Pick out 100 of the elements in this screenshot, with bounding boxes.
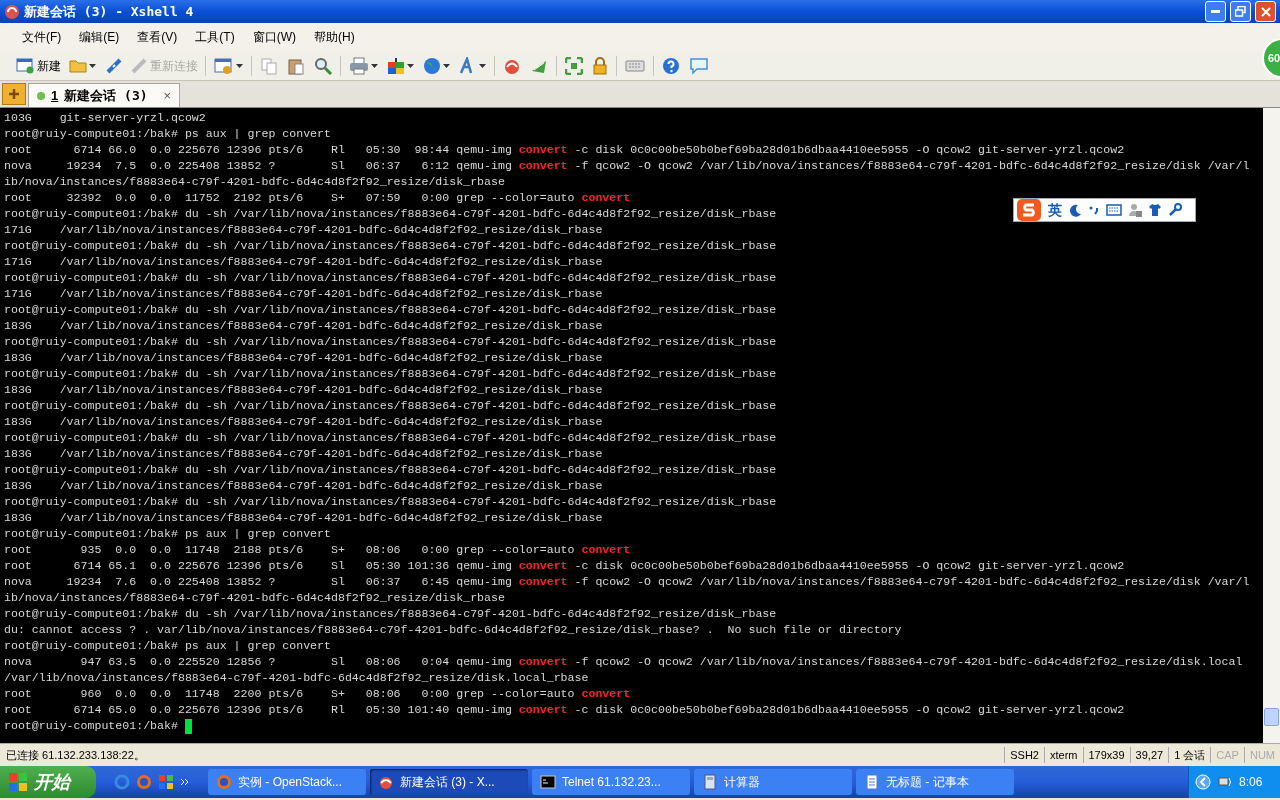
terminal-line: root@ruiy-compute01:/bak#: [4, 718, 179, 734]
keyboard-icon: [1106, 204, 1122, 216]
lock-icon: [592, 56, 608, 75]
menu-item[interactable]: 文件(F): [20, 28, 64, 46]
terminal-line: root@ruiy-compute01:/bak# du -sh /var/lib/nova/instances/f8883e64-c79f-4201-bdfc-6d4c4d8f2f92_resize/disk_rbase: [4, 302, 777, 318]
windows-flag-icon: [158, 774, 174, 790]
terminal-line: 183G /var/lib/nova/instances/f8883e64-c79f-4201-bdfc-6d4c4d8f2f92_resize/disk_rbase: [4, 350, 603, 366]
chevron-icon: [180, 777, 190, 787]
terminal-line: nova 19234 7.6 0.0 225408 13852 ? Sl 06:37 6:45 qemu-img convert -f qcow2 -O qcow2 /var/lib/nova/instances/f8883e64-c79f-4201-bdfc-6d4c4d8f2f92_resize/disk /var/l: [4, 574, 1250, 590]
caret-icon: [407, 63, 414, 68]
maximize-button[interactable]: [1230, 1, 1251, 22]
s-logo-icon: [1016, 198, 1042, 222]
calculator-icon: [702, 774, 718, 790]
scroll-thumb[interactable]: [1264, 708, 1279, 726]
input-method-bar[interactable]: 英: [1013, 198, 1196, 222]
menu-item[interactable]: 窗口(W): [250, 28, 298, 46]
notepad-icon: [864, 774, 880, 790]
restore-icon: [1235, 6, 1246, 17]
terminal-line: ib/nova/instances/f8883e64-c79f-4201-bdfc-6d4c4d8f2f92_resize/disk_rbase: [4, 174, 505, 190]
window-title: 新建会话 (3) - Xshell 4: [24, 2, 195, 21]
terminal-line: root@ruiy-compute01:/bak# du -sh /var/lib/nova/instances/f8883e64-c79f-4201-bdfc-6d4c4d8f2f92_resize/disk_rbase: [4, 462, 777, 478]
terminal-line: root@ruiy-compute01:/bak# du -sh /var/lib/nova/instances/f8883e64-c79f-4201-bdfc-6d4c4d8f2f92_resize/disk_rbase: [4, 398, 777, 414]
taskbar-button[interactable]: 计算器: [694, 769, 852, 795]
terminal-line: nova 19234 7.5 0.0 225408 13852 ? Sl 06:37 6:12 qemu-img convert -f qcow2 -O qcow2 /var/lib/nova/instances/f8883e64-c79f-4201-bdfc-6d4c4d8f2f92_resize/disk /var/l: [4, 158, 1250, 174]
terminal-line: root 32392 0.0 0.0 11752 2192 pts/6 S+ 07:59 0:00 grep --color=auto convert: [4, 190, 631, 206]
terminal-line: 171G /var/lib/nova/instances/f8883e64-c79f-4201-bdfc-6d4c4d8f2f92_resize/disk_rbase: [4, 286, 603, 302]
tab-label: 新建会话 (3): [64, 86, 148, 105]
browser-icon: [136, 774, 152, 790]
caret-icon: [371, 63, 378, 68]
menu-item[interactable]: 编辑(E): [77, 28, 122, 46]
taskbar-button[interactable]: 实例 - OpenStack...: [208, 769, 366, 795]
session-tab[interactable]: 1 新建会话 (3) ×: [28, 83, 181, 107]
tab-close-button[interactable]: ×: [163, 85, 172, 106]
status-cell: 1 会话: [1168, 746, 1211, 764]
keyboard-icon: [625, 58, 645, 73]
browser-icon: [216, 774, 232, 790]
terminal-line: 183G /var/lib/nova/instances/f8883e64-c79f-4201-bdfc-6d4c4d8f2f92_resize/disk_rbase: [4, 478, 603, 494]
taskbar-button[interactable]: Telnet 61.132.23...: [532, 769, 690, 795]
windows-flag-icon: [8, 772, 28, 792]
terminal-line: root 6714 65.1 0.0 225676 12396 pts/6 Sl 05:30 101:36 qemu-img convert -c disk 0c0c00be50b0bef69ba28d01b6dbaa4410ee5955 -O qcow2 git-server-yrzl.qcow2: [4, 558, 1125, 574]
printer-icon: [349, 56, 369, 75]
terminal-line: root 960 0.0 0.0 11748 2200 pts/6 S+ 08:06 0:00 grep --color=auto convert: [4, 686, 631, 702]
globe-icon: [423, 56, 441, 75]
menu-item[interactable]: 工具(T): [193, 28, 237, 46]
caret-icon: [89, 63, 96, 68]
shell-logo-icon: [4, 3, 20, 20]
search-icon: [314, 56, 332, 75]
scrollbar[interactable]: [1263, 108, 1280, 743]
window-gear-icon: [214, 56, 234, 75]
ime-mode[interactable]: 英: [1048, 199, 1062, 221]
close-button[interactable]: [1255, 1, 1276, 22]
new-session-button[interactable]: 新建: [16, 53, 61, 78]
close-icon: [1260, 6, 1271, 17]
terminal-line: /var/lib/nova/instances/f8883e64-c79f-4201-bdfc-6d4c4d8f2f92_resize/disk.local_rbase: [4, 670, 589, 686]
terminal-line: 183G /var/lib/nova/instances/f8883e64-c79f-4201-bdfc-6d4c4d8f2f92_resize/disk_rbase: [4, 382, 603, 398]
menu-item[interactable]: 查看(V): [135, 28, 180, 46]
taskbar-button[interactable]: 无标题 - 记事本: [856, 769, 1014, 795]
tab-number: 1: [51, 86, 59, 105]
status-cell: NUM: [1243, 746, 1280, 764]
new-window-icon: [16, 57, 34, 74]
caret-icon: [443, 63, 450, 68]
terminal-line: 183G /var/lib/nova/instances/f8883e64-c79f-4201-bdfc-6d4c4d8f2f92_resize/disk_rbase: [4, 510, 603, 526]
terminal-line: 103G git-server-yrzl.qcow2: [4, 110, 206, 126]
taskbar-button[interactable]: 新建会话 (3) - X...: [370, 769, 528, 795]
status-cell: xterm: [1044, 746, 1083, 764]
clock: 8:06: [1239, 774, 1263, 791]
terminal-line: root@ruiy-compute01:/bak# ps aux | grep convert: [4, 526, 331, 542]
add-tab-button[interactable]: [2, 83, 26, 105]
terminal-line: du: cannot access ? . var/lib/nova/instances/f8883e64-c79f-4201-bdfc-6d4c4d8f2f92_resize/disk_rbase? . No such file or directory: [4, 622, 902, 638]
copy-icon: [260, 56, 278, 75]
menu-item[interactable]: 帮助(H): [312, 28, 357, 46]
terminal-icon: [540, 774, 556, 790]
wrench-icon: [1168, 203, 1182, 217]
terminal-line: root@ruiy-compute01:/bak# ps aux | grep convert: [4, 126, 331, 142]
terminal-line: root@ruiy-compute01:/bak# du -sh /var/lib/nova/instances/f8883e64-c79f-4201-bdfc-6d4c4d8f2f92_resize/disk_rbase: [4, 606, 777, 622]
terminal-line: root@ruiy-compute01:/bak# du -sh /var/lib/nova/instances/f8883e64-c79f-4201-bdfc-6d4c4d8f2f92_resize/disk_rbase: [4, 334, 777, 350]
terminal-line: root@ruiy-compute01:/bak# du -sh /var/lib/nova/instances/f8883e64-c79f-4201-bdfc-6d4c4d8f2f92_resize/disk_rbase: [4, 366, 777, 382]
shirt-icon: [1148, 203, 1162, 217]
help-icon: [662, 56, 680, 75]
status-cell: SSH2: [1004, 746, 1044, 764]
terminal-line: root@ruiy-compute01:/bak# du -sh /var/lib/nova/instances/f8883e64-c79f-4201-bdfc-6d4c4d8f2f92_resize/disk_rbase: [4, 238, 777, 254]
minimize-icon: [1211, 10, 1220, 13]
user-icon: [1128, 203, 1142, 217]
fullscreen-icon: [565, 56, 583, 75]
connection-status: 已连接 61.132.233.138:22。: [5, 747, 146, 763]
status-cell: 39,27: [1129, 746, 1169, 764]
terminal-line: 183G /var/lib/nova/instances/f8883e64-c79f-4201-bdfc-6d4c4d8f2f92_resize/disk_rbase: [4, 414, 603, 430]
minimize-button[interactable]: [1205, 1, 1226, 22]
terminal-line: 171G /var/lib/nova/instances/f8883e64-c79f-4201-bdfc-6d4c4d8f2f92_resize/disk_rbase: [4, 222, 603, 238]
colored-squares-icon: [387, 56, 405, 75]
folder-icon: [69, 58, 87, 73]
speech-bubble-icon: [689, 56, 709, 75]
plus-icon: [8, 88, 20, 100]
status-cell: 179x39: [1082, 746, 1130, 764]
caret-icon: [479, 63, 486, 68]
terminal-line: root@ruiy-compute01:/bak# du -sh /var/lib/nova/instances/f8883e64-c79f-4201-bdfc-6d4c4d8f2f92_resize/disk_rbase: [4, 430, 777, 446]
terminal-line: nova 947 63.5 0.0 225520 12856 ? Sl 08:06 0:04 qemu-img convert -f qcow2 -O qcow2 /var/lib/nova/instances/f8883e64-c79f-4201-bdfc-6d4c4d8f2f92_resize/disk.local: [4, 654, 1243, 670]
chevron-left-icon: [1195, 774, 1211, 790]
terminal-line: root@ruiy-compute01:/bak# du -sh /var/lib/nova/instances/f8883e64-c79f-4201-bdfc-6d4c4d8f2f92_resize/disk_rbase: [4, 270, 777, 286]
moon-icon: [1068, 203, 1082, 217]
